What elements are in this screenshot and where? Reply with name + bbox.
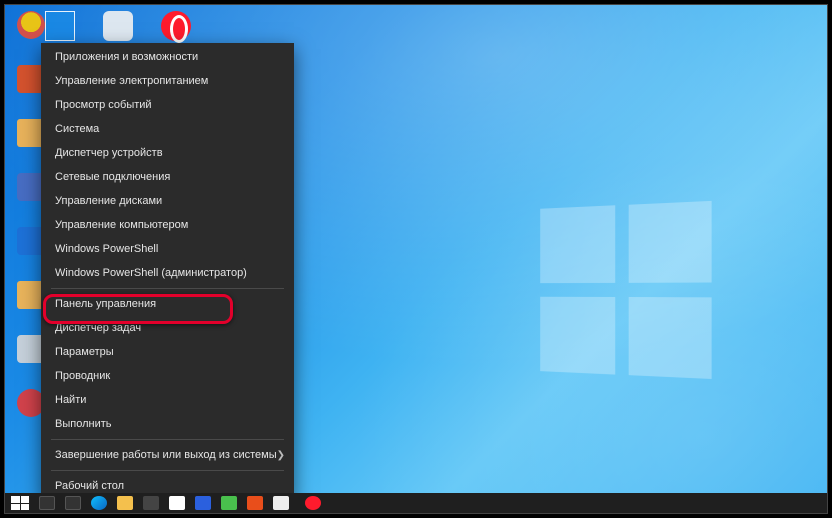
taskbar-taskview-icon[interactable]	[65, 496, 81, 510]
taskbar-search-icon[interactable]	[39, 496, 55, 510]
menu-item-file-explorer[interactable]: Проводник	[41, 364, 294, 388]
desktop-top-row	[45, 11, 191, 41]
winx-power-menu[interactable]: Приложения и возможности Управление элек…	[41, 43, 294, 500]
taskbar-anydesk-icon[interactable]	[247, 496, 263, 510]
menu-item-network-conns[interactable]: Сетевые подключения	[41, 165, 294, 189]
menu-item-search[interactable]: Найти	[41, 388, 294, 412]
menu-separator	[51, 470, 284, 471]
menu-item-task-manager[interactable]: Диспетчер задач	[41, 316, 294, 340]
chevron-right-icon: ❯	[277, 450, 285, 461]
menu-item-power-options[interactable]: Управление электропитанием	[41, 69, 294, 93]
taskbar-store-icon[interactable]	[143, 496, 159, 510]
taskbar[interactable]	[5, 493, 827, 513]
menu-separator	[51, 439, 284, 440]
taskbar-app2-icon[interactable]	[221, 496, 237, 510]
menu-item-apps-features[interactable]: Приложения и возможности	[41, 45, 294, 69]
menu-item-run[interactable]: Выполнить	[41, 412, 294, 436]
menu-item-control-panel[interactable]: Панель управления	[41, 292, 294, 316]
taskbar-app-icon[interactable]	[195, 496, 211, 510]
taskbar-app3-icon[interactable]	[273, 496, 289, 510]
taskbar-opera-icon[interactable]	[305, 496, 321, 510]
menu-separator	[51, 288, 284, 289]
start-button[interactable]	[11, 496, 29, 510]
taskbar-mail-icon[interactable]	[169, 496, 185, 510]
desktop-icon-yandex[interactable]	[17, 11, 45, 39]
taskbar-explorer-icon[interactable]	[117, 496, 133, 510]
menu-item-system[interactable]: Система	[41, 117, 294, 141]
menu-item-shutdown-signout[interactable]: Завершение работы или выход из системы ❯	[41, 443, 294, 467]
menu-item-device-manager[interactable]: Диспетчер устройств	[41, 141, 294, 165]
menu-item-computer-mgmt[interactable]: Управление компьютером	[41, 213, 294, 237]
desktop: Приложения и возможности Управление элек…	[4, 4, 828, 514]
menu-item-powershell-admin[interactable]: Windows PowerShell (администратор)	[41, 261, 294, 285]
menu-item-disk-management[interactable]: Управление дисками	[41, 189, 294, 213]
menu-item-powershell[interactable]: Windows PowerShell	[41, 237, 294, 261]
taskbar-edge-icon[interactable]	[91, 496, 107, 510]
desktop-icon-opera[interactable]	[161, 11, 191, 41]
windows-logo	[540, 201, 712, 379]
desktop-icon-shield[interactable]	[103, 11, 133, 41]
menu-item-settings[interactable]: Параметры	[41, 340, 294, 364]
menu-item-event-viewer[interactable]: Просмотр событий	[41, 93, 294, 117]
